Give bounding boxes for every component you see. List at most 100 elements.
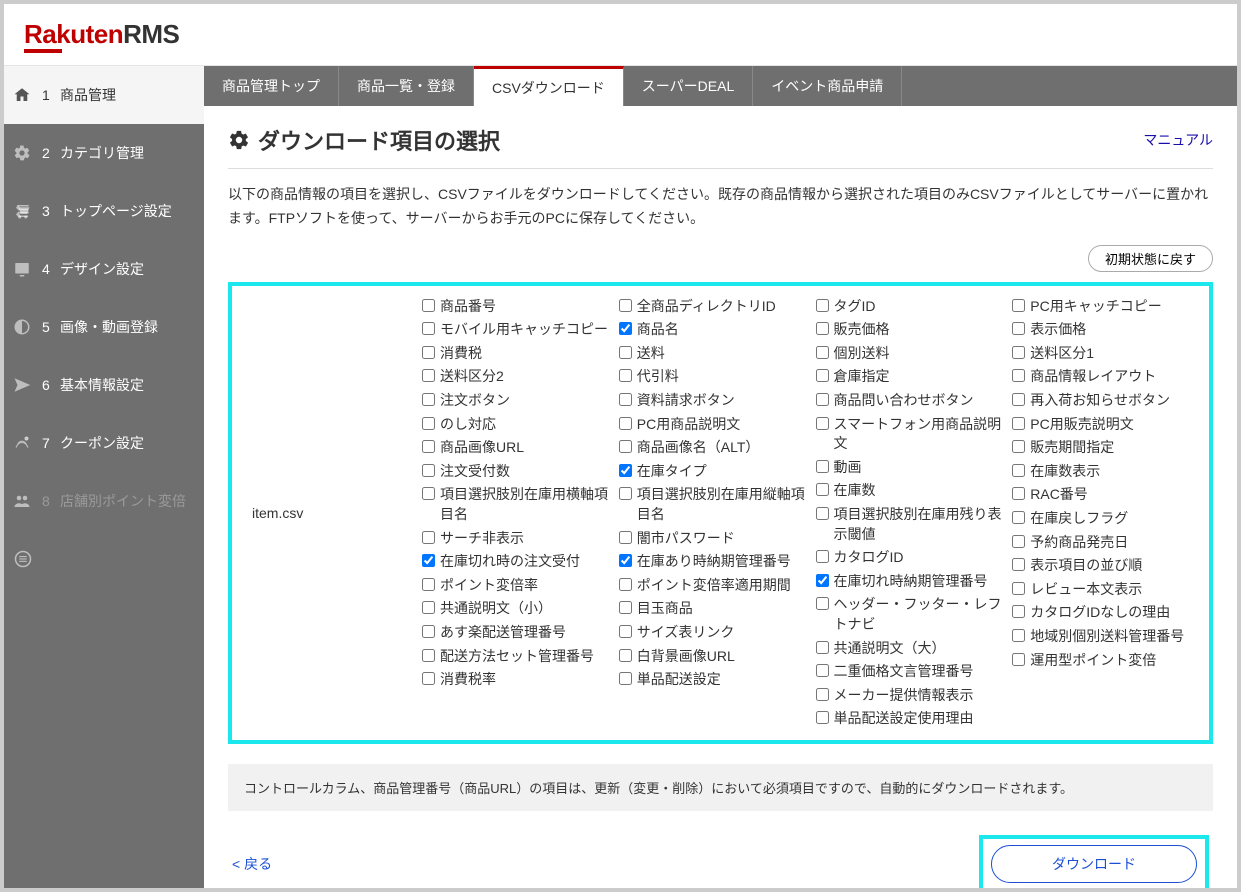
field-checkbox[interactable]: カタログIDなしの理由 [1012, 602, 1199, 624]
field-checkbox[interactable]: 在庫切れ時納期管理番号 [816, 571, 1003, 593]
checkbox-input[interactable] [422, 487, 435, 500]
field-checkbox[interactable]: ポイント変倍率適用期間 [619, 575, 806, 597]
checkbox-input[interactable] [619, 417, 632, 430]
field-checkbox[interactable]: 消費税率 [422, 669, 609, 691]
tab-0[interactable]: 商品管理トップ [204, 66, 339, 106]
checkbox-input[interactable] [619, 487, 632, 500]
checkbox-input[interactable] [422, 578, 435, 591]
field-checkbox[interactable]: 商品画像URL [422, 437, 609, 459]
field-checkbox[interactable]: 項目選択肢別在庫用横軸項目名 [422, 484, 609, 525]
checkbox-input[interactable] [816, 641, 829, 654]
checkbox-input[interactable] [619, 346, 632, 359]
field-checkbox[interactable]: レビュー本文表示 [1012, 579, 1199, 601]
checkbox-input[interactable] [1012, 653, 1025, 666]
manual-link[interactable]: マニュアル [1143, 130, 1213, 150]
checkbox-input[interactable] [1012, 629, 1025, 642]
checkbox-input[interactable] [816, 369, 829, 382]
checkbox-input[interactable] [422, 464, 435, 477]
field-checkbox[interactable]: 在庫切れ時の注文受付 [422, 551, 609, 573]
field-checkbox[interactable]: 二重価格文言管理番号 [816, 661, 1003, 683]
field-checkbox[interactable]: 送料区分2 [422, 366, 609, 388]
checkbox-input[interactable] [619, 601, 632, 614]
checkbox-input[interactable] [619, 322, 632, 335]
checkbox-input[interactable] [422, 649, 435, 662]
checkbox-input[interactable] [816, 574, 829, 587]
field-checkbox[interactable]: あす楽配送管理番号 [422, 622, 609, 644]
checkbox-input[interactable] [1012, 511, 1025, 524]
checkbox-input[interactable] [422, 369, 435, 382]
field-checkbox[interactable]: 動画 [816, 457, 1003, 479]
checkbox-input[interactable] [619, 554, 632, 567]
checkbox-input[interactable] [1012, 393, 1025, 406]
checkbox-input[interactable] [816, 597, 829, 610]
checkbox-input[interactable] [619, 369, 632, 382]
field-checkbox[interactable]: 単品配送設定 [619, 669, 806, 691]
sidebar-item-3[interactable]: 3トップページ設定 [4, 182, 204, 240]
field-checkbox[interactable]: のし対応 [422, 414, 609, 436]
sidebar-item-8[interactable]: 8店舗別ポイント変倍 [4, 472, 204, 530]
checkbox-input[interactable] [422, 672, 435, 685]
checkbox-input[interactable] [1012, 440, 1025, 453]
field-checkbox[interactable]: 販売価格 [816, 319, 1003, 341]
field-checkbox[interactable]: 在庫あり時納期管理番号 [619, 551, 806, 573]
field-checkbox[interactable]: モバイル用キャッチコピー [422, 319, 609, 341]
field-checkbox[interactable]: 商品情報レイアウト [1012, 366, 1199, 388]
field-checkbox[interactable]: 表示価格 [1012, 319, 1199, 341]
field-checkbox[interactable]: 共通説明文（小） [422, 598, 609, 620]
checkbox-input[interactable] [422, 625, 435, 638]
field-checkbox[interactable]: 単品配送設定使用理由 [816, 708, 1003, 730]
field-checkbox[interactable]: 消費税 [422, 343, 609, 365]
field-checkbox[interactable]: 商品名 [619, 319, 806, 341]
tab-4[interactable]: イベント商品申請 [753, 66, 902, 106]
checkbox-input[interactable] [422, 531, 435, 544]
field-checkbox[interactable]: 運用型ポイント変倍 [1012, 650, 1199, 672]
checkbox-input[interactable] [422, 322, 435, 335]
field-checkbox[interactable]: サイズ表リンク [619, 622, 806, 644]
field-checkbox[interactable]: 個別送料 [816, 343, 1003, 365]
checkbox-input[interactable] [619, 672, 632, 685]
checkbox-input[interactable] [1012, 346, 1025, 359]
field-checkbox[interactable]: 再入荷お知らせボタン [1012, 390, 1199, 412]
field-checkbox[interactable]: メーカー提供情報表示 [816, 685, 1003, 707]
checkbox-input[interactable] [1012, 605, 1025, 618]
field-checkbox[interactable]: PC用販売説明文 [1012, 414, 1199, 436]
sidebar-item-7[interactable]: 7クーポン設定 [4, 414, 204, 472]
checkbox-input[interactable] [619, 440, 632, 453]
checkbox-input[interactable] [816, 346, 829, 359]
field-checkbox[interactable]: 地域別個別送料管理番号 [1012, 626, 1199, 648]
field-checkbox[interactable]: 闇市パスワード [619, 528, 806, 550]
checkbox-input[interactable] [422, 299, 435, 312]
checkbox-input[interactable] [619, 464, 632, 477]
field-checkbox[interactable]: 倉庫指定 [816, 366, 1003, 388]
checkbox-input[interactable] [816, 711, 829, 724]
checkbox-input[interactable] [816, 393, 829, 406]
checkbox-input[interactable] [619, 299, 632, 312]
sidebar-item-4[interactable]: 4デザイン設定 [4, 240, 204, 298]
checkbox-input[interactable] [619, 649, 632, 662]
field-checkbox[interactable]: タグID [816, 296, 1003, 318]
field-checkbox[interactable]: スマートフォン用商品説明文 [816, 414, 1003, 455]
checkbox-input[interactable] [619, 625, 632, 638]
field-checkbox[interactable]: 送料 [619, 343, 806, 365]
checkbox-input[interactable] [816, 483, 829, 496]
checkbox-input[interactable] [1012, 535, 1025, 548]
checkbox-input[interactable] [1012, 369, 1025, 382]
checkbox-input[interactable] [1012, 299, 1025, 312]
checkbox-input[interactable] [422, 554, 435, 567]
checkbox-input[interactable] [422, 417, 435, 430]
field-checkbox[interactable]: 販売期間指定 [1012, 437, 1199, 459]
sidebar-item-1[interactable]: 1商品管理 [4, 66, 204, 124]
field-checkbox[interactable]: 目玉商品 [619, 598, 806, 620]
tab-2[interactable]: CSVダウンロード [474, 66, 624, 106]
checkbox-input[interactable] [816, 550, 829, 563]
reset-button[interactable]: 初期状態に戻す [1088, 245, 1213, 272]
field-checkbox[interactable]: 在庫数 [816, 480, 1003, 502]
download-button[interactable]: ダウンロード [991, 845, 1197, 883]
tab-1[interactable]: 商品一覧・登録 [339, 66, 474, 106]
field-checkbox[interactable]: RAC番号 [1012, 484, 1199, 506]
field-checkbox[interactable]: PC用キャッチコピー [1012, 296, 1199, 318]
sidebar-item-2[interactable]: 2カテゴリ管理 [4, 124, 204, 182]
checkbox-input[interactable] [816, 322, 829, 335]
sidebar-more-icon[interactable] [4, 530, 204, 588]
checkbox-input[interactable] [422, 346, 435, 359]
